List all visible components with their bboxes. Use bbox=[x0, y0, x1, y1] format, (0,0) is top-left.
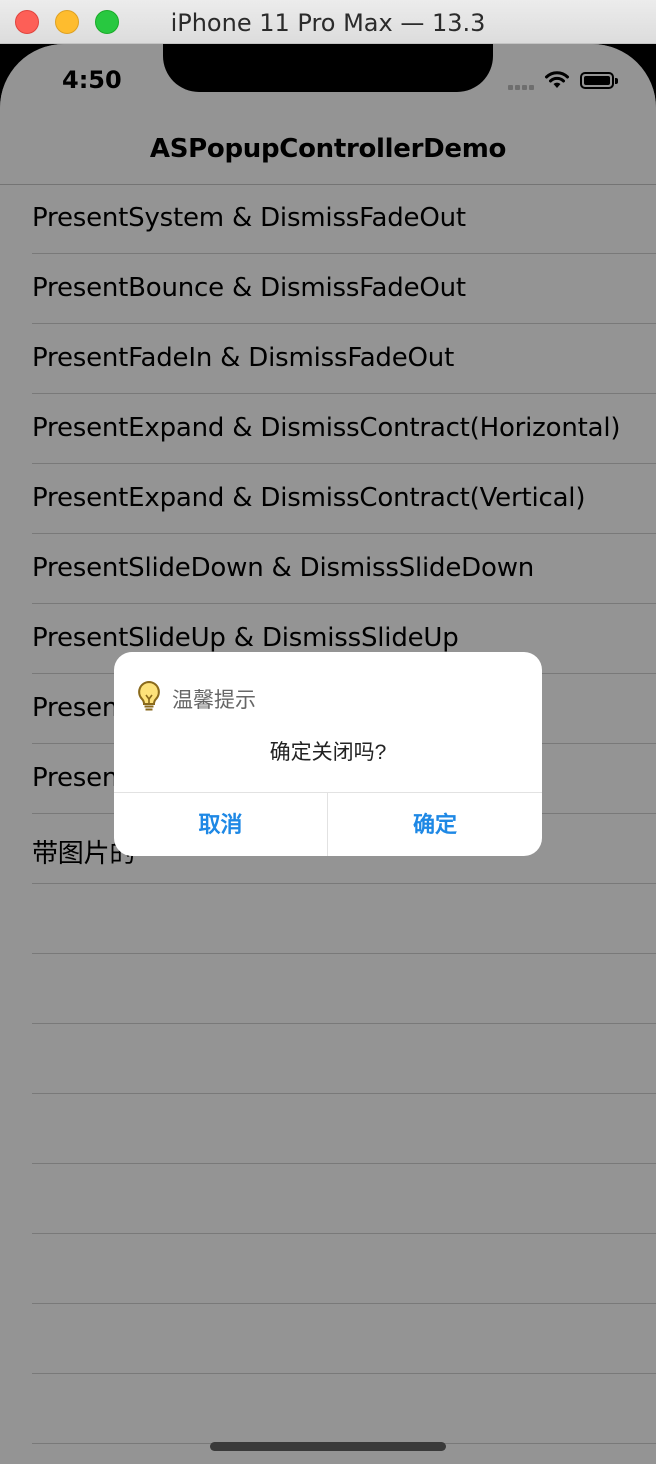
device-frame: 4:50 ASPopupControllerDemo PresentSystem… bbox=[0, 44, 656, 1464]
device-screen: 4:50 ASPopupControllerDemo PresentSystem… bbox=[0, 44, 656, 1464]
alert-popup: 温馨提示 确定关闭吗? 取消 确定 bbox=[114, 652, 542, 856]
popup-title: 温馨提示 bbox=[172, 689, 256, 712]
lightbulb-icon bbox=[136, 680, 162, 717]
confirm-button[interactable]: 确定 bbox=[328, 793, 542, 856]
cancel-button[interactable]: 取消 bbox=[114, 793, 327, 856]
home-indicator[interactable] bbox=[210, 1442, 446, 1451]
popup-message: 确定关闭吗? bbox=[269, 741, 387, 764]
simulator-title-bar: iPhone 11 Pro Max — 13.3 bbox=[0, 0, 656, 44]
window-title: iPhone 11 Pro Max — 13.3 bbox=[170, 9, 486, 37]
